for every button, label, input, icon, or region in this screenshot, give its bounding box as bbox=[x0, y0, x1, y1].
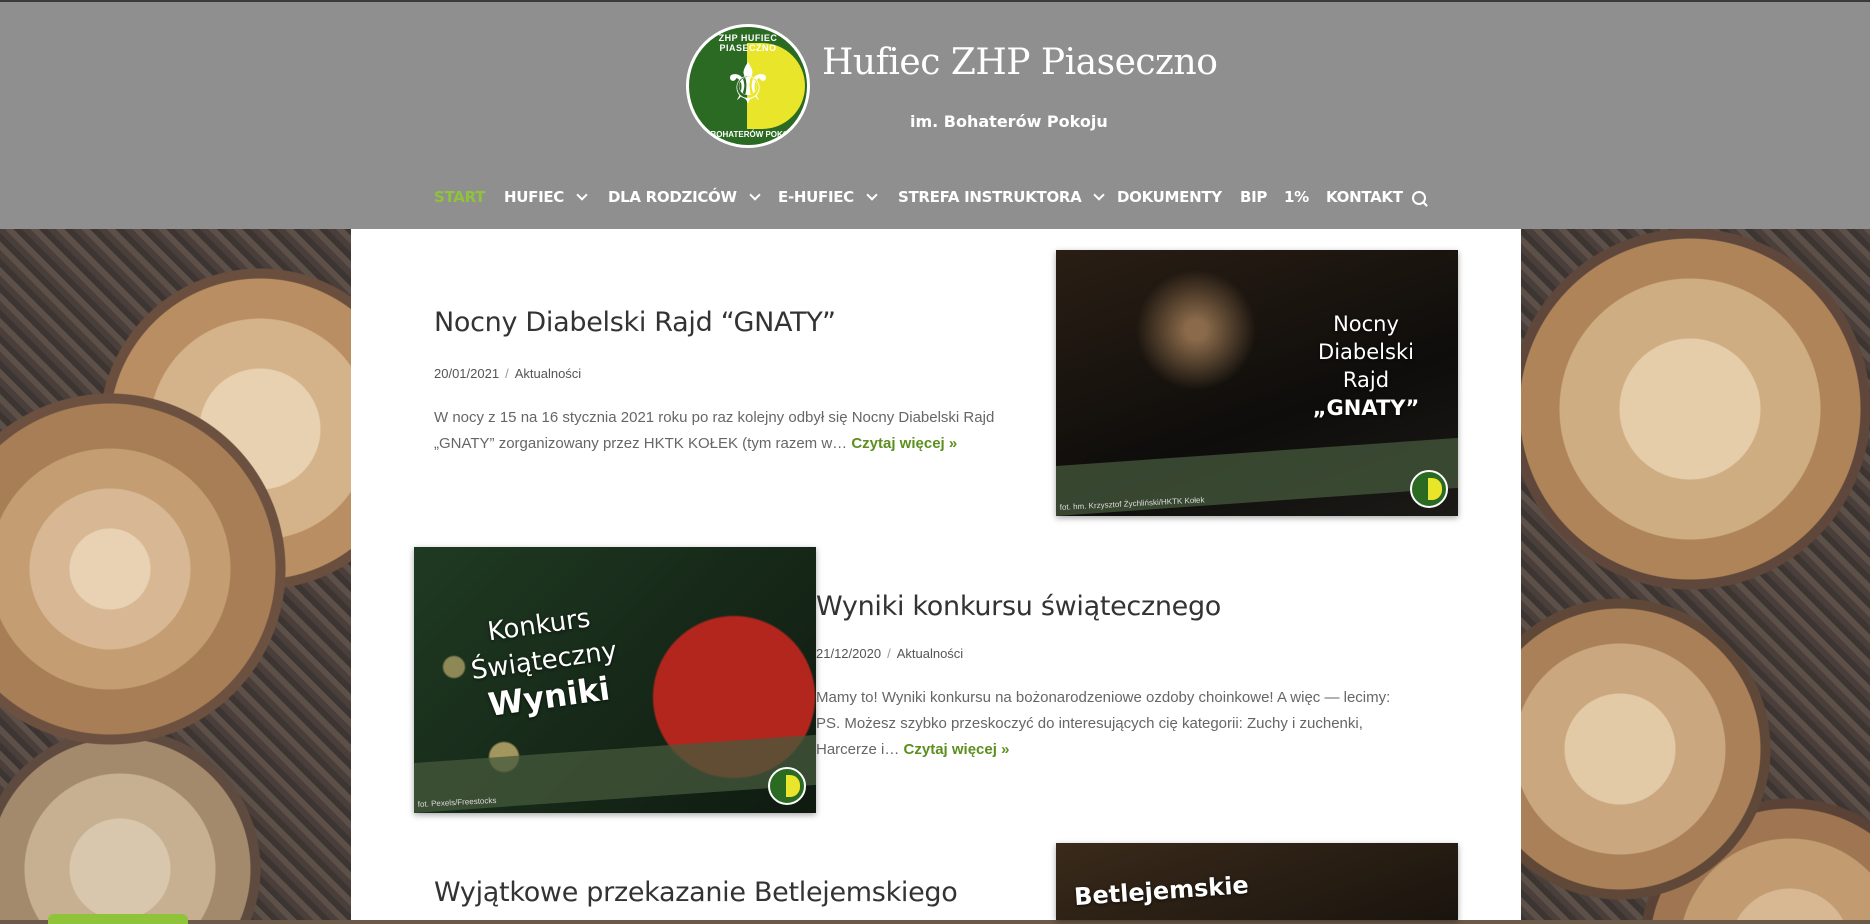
read-more-link[interactable]: Czytaj więcej » bbox=[851, 435, 957, 452]
cookie-consent-tab[interactable] bbox=[48, 914, 188, 924]
posts-list: Nocny Diabelski Rajd “GNATY” 20/01/2021/… bbox=[351, 229, 1521, 920]
main-nav: START HUFIEC DLA RODZICÓW E-HUFIEC STREF… bbox=[0, 188, 1870, 210]
chevron-down-icon bbox=[866, 189, 878, 201]
thumb-line: Diabelski bbox=[1318, 340, 1414, 364]
nav-item-bip[interactable]: BIP bbox=[1240, 188, 1267, 206]
search-icon[interactable] bbox=[1412, 191, 1426, 205]
nav-item-1-procent[interactable]: 1% bbox=[1284, 188, 1309, 206]
nav-item-kontakt[interactable]: KONTAKT bbox=[1326, 188, 1403, 206]
post-thumbnail[interactable]: Konkurs Świąteczny Wyniki fot. Pexels/Fr… bbox=[414, 547, 816, 813]
chevron-down-icon bbox=[1093, 189, 1106, 201]
post-title[interactable]: Wyniki konkursu świątecznego bbox=[816, 591, 1416, 622]
post-title[interactable]: Nocny Diabelski Rajd “GNATY” bbox=[434, 307, 1044, 338]
chevron-down-icon bbox=[576, 189, 588, 201]
post-thumbnail[interactable]: Betlejemskie bbox=[1056, 843, 1458, 920]
post-category[interactable]: Aktualności bbox=[897, 646, 963, 661]
zhp-badge-icon bbox=[1410, 470, 1448, 508]
nav-label: KONTAKT bbox=[1326, 188, 1403, 206]
site-title[interactable]: Hufiec ZHP Piaseczno bbox=[822, 42, 1218, 83]
logo-text-bottom: im. BOHATERÓW POKOJU bbox=[696, 130, 800, 139]
site-header: ⚜ ZHP HUFIEC PIASECZNO im. BOHATERÓW POK… bbox=[0, 0, 1870, 229]
nav-label: STREFA INSTRUKTORA bbox=[898, 188, 1082, 206]
nav-item-dokumenty[interactable]: DOKUMENTY bbox=[1117, 188, 1222, 206]
nav-label: 1% bbox=[1284, 188, 1309, 206]
fleur-de-lis-icon: ⚜ bbox=[722, 52, 774, 117]
thumb-line: „GNATY” bbox=[1312, 396, 1420, 420]
post-card: Wyjątkowe przekazanie Betlejemskiego bbox=[434, 877, 1044, 908]
nav-label: DLA RODZICÓW bbox=[608, 188, 737, 206]
excerpt-text: Mamy to! Wyniki konkursu na bożonarodzen… bbox=[816, 689, 1391, 758]
post-card: Nocny Diabelski Rajd “GNATY” 20/01/2021/… bbox=[434, 307, 1044, 457]
nav-label: E-HUFIEC bbox=[778, 188, 854, 206]
post-thumbnail[interactable]: Nocny Diabelski Rajd „GNATY” fot. hm. Kr… bbox=[1056, 250, 1458, 516]
read-more-link[interactable]: Czytaj więcej » bbox=[904, 741, 1010, 758]
site-subtitle: im. Bohaterów Pokoju bbox=[910, 112, 1108, 131]
nav-item-hufiec[interactable]: HUFIEC bbox=[504, 188, 588, 206]
nav-label: START bbox=[434, 188, 486, 206]
thumb-line: Nocny bbox=[1333, 312, 1399, 336]
nav-label: HUFIEC bbox=[504, 188, 565, 206]
post-excerpt: Mamy to! Wyniki konkursu na bożonarodzen… bbox=[816, 685, 1416, 763]
post-date[interactable]: 21/12/2020 bbox=[816, 646, 881, 661]
post-excerpt: W nocy z 15 na 16 stycznia 2021 roku po … bbox=[434, 405, 1044, 457]
post-title[interactable]: Wyjątkowe przekazanie Betlejemskiego bbox=[434, 877, 1044, 908]
post-card: Wyniki konkursu świątecznego 21/12/2020/… bbox=[816, 591, 1416, 763]
site-logo[interactable]: ⚜ ZHP HUFIEC PIASECZNO im. BOHATERÓW POK… bbox=[686, 24, 810, 148]
post-meta: 20/01/2021/Aktualności bbox=[434, 366, 582, 381]
nav-item-start[interactable]: START bbox=[434, 188, 485, 206]
nav-item-dla-rodzicow[interactable]: DLA RODZICÓW bbox=[608, 188, 761, 206]
chevron-down-icon bbox=[749, 189, 761, 201]
thumb-line: Rajd bbox=[1342, 368, 1390, 392]
logo-text-top: ZHP HUFIEC PIASECZNO bbox=[718, 33, 778, 53]
nav-item-e-hufiec[interactable]: E-HUFIEC bbox=[778, 188, 878, 206]
zhp-badge-icon bbox=[768, 767, 806, 805]
post-meta: 21/12/2020/Aktualności bbox=[816, 646, 964, 661]
nav-item-strefa-instruktora[interactable]: STREFA INSTRUKTORA bbox=[898, 188, 1106, 206]
nav-label: DOKUMENTY bbox=[1117, 188, 1222, 206]
nav-label: BIP bbox=[1240, 188, 1268, 206]
post-date[interactable]: 20/01/2021 bbox=[434, 366, 499, 381]
post-category[interactable]: Aktualności bbox=[515, 366, 581, 381]
thumb-line: Betlejemskie bbox=[1073, 870, 1250, 912]
